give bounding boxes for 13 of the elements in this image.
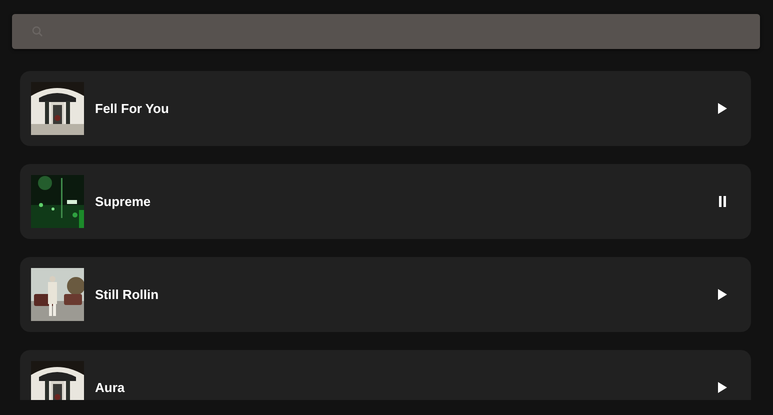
pause-icon: [718, 196, 727, 207]
track-card[interactable]: Still Rollin: [20, 257, 751, 332]
play-icon: [718, 289, 727, 300]
track-card[interactable]: Fell For You: [20, 71, 751, 146]
track-title: Aura: [95, 380, 126, 395]
track-title: Still Rollin: [95, 287, 160, 302]
track-title: Fell For You: [95, 101, 170, 116]
track-title: Supreme: [95, 194, 152, 209]
play-icon: [718, 382, 727, 393]
track-card[interactable]: Supreme: [20, 164, 751, 239]
track-card[interactable]: Aura: [20, 350, 751, 400]
search-field[interactable]: [12, 14, 760, 49]
play-icon: [718, 103, 727, 114]
